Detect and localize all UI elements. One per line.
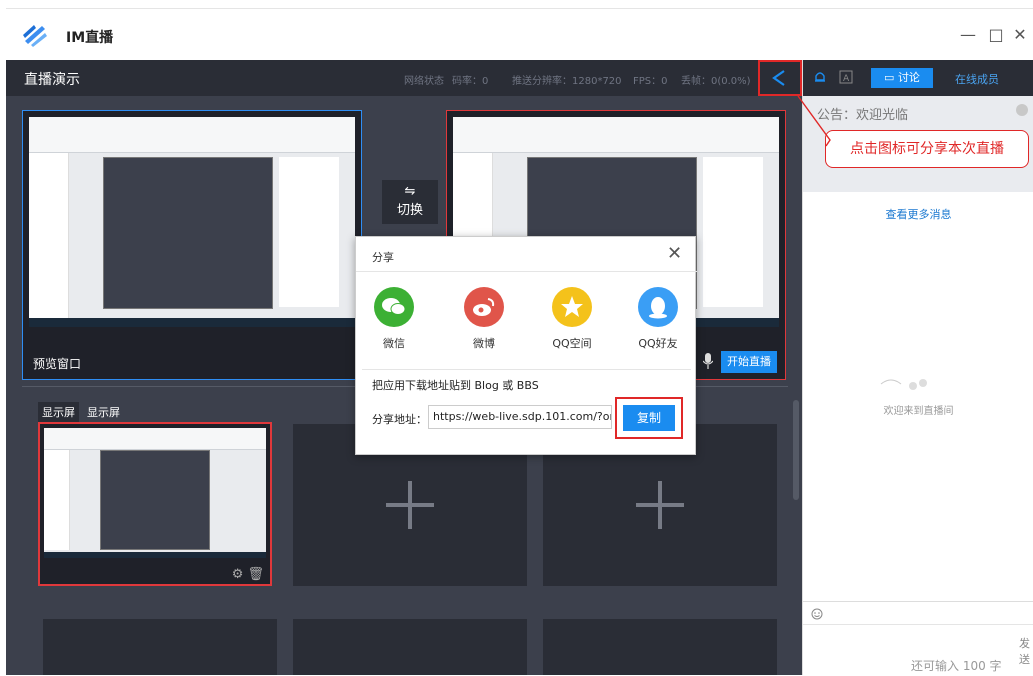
welcome-text: 欢迎来到直播间 [883,406,954,417]
studio-header: 直播演示 网络状态 码率：0 推送分辨率：1280*720 FPS：0 丢帧：0… [6,60,802,96]
chat-input-area: 还可输入 100 字 发送 [803,601,1033,675]
more-messages-link[interactable]: 查看更多消息 [803,206,1033,222]
remaining-chars: 还可输入 100 字 [911,659,1002,673]
copy-highlight: 复制 [615,397,683,439]
monitor-screen [44,428,266,558]
share-button[interactable] [758,60,802,96]
send-button[interactable]: 发送 [1019,635,1033,667]
share-wechat[interactable]: 微信 [364,287,424,351]
delete-icon[interactable]: 🗑 [247,567,264,582]
font-size-icon[interactable]: A [839,70,853,84]
share-qq[interactable]: QQ好友 [628,287,688,351]
copy-button[interactable]: 复制 [623,405,675,431]
preview-label: 预览窗口 [33,357,82,371]
share-weibo[interactable]: 微博 [454,287,514,351]
frame-loss-stat: 丢帧：0(0.0%) [681,76,751,87]
qq-icon [638,287,678,327]
dialog-close-icon[interactable]: ✕ [667,243,682,264]
announcement-close-icon[interactable] [1016,104,1028,116]
preview-footer: 预览窗口 [23,347,361,381]
resolution-stat: 推送分辨率：1280*720 [512,76,622,87]
dialog-title: 分享 [372,251,394,264]
network-status: 网络状态 [404,76,444,87]
scrollbar[interactable] [793,400,799,500]
add-monitor-slot[interactable] [543,619,777,675]
monitor-tab[interactable]: 显示屏 [83,402,124,422]
settings-icon[interactable]: ⚙ [232,567,244,582]
chat-panel: A ▭ 讨论 在线成员 公告：欢迎光临 点击图标可分享本次直播 查看更多消息 欢… [802,60,1033,675]
monitor-slot-active[interactable]: ⚙ 🗑 [38,422,272,586]
qzone-icon [552,287,592,327]
share-address-field[interactable]: https://web-live.sdp.101.com/?or... [428,405,612,429]
monitor-tab[interactable]: 显示屏 [38,402,79,422]
switch-label: 切换 [396,203,423,218]
app-logo-icon [23,25,47,47]
announcement: 公告：欢迎光临 点击图标可分享本次直播 [803,96,1033,192]
chat-bubble-icon: ▭ [884,71,898,84]
share-qzone[interactable]: QQ空间 [542,287,602,351]
share-hint-callout: 点击图标可分享本次直播 [825,130,1029,168]
svg-text:A: A [843,74,850,84]
chat-input[interactable]: 还可输入 100 字 发送 [803,624,1033,676]
start-live-button[interactable]: 开始直播 [721,351,777,373]
minimize-button[interactable]: — [958,25,978,44]
callout-arrow [797,95,831,147]
preview-window[interactable]: 预览窗口 [22,110,362,380]
bell-icon[interactable] [813,70,827,84]
chat-header: A ▭ 讨论 在线成员 [803,60,1033,96]
emoji-icon[interactable] [811,608,823,620]
tab-online-members[interactable]: 在线成员 [955,71,999,87]
share-icon [772,70,785,86]
close-button[interactable]: ✕ [1010,25,1030,44]
title-bar: IM直播 — □ ✕ [6,8,1033,60]
empty-chat-illustration [880,379,927,390]
fps-stat: FPS：0 [633,76,668,87]
share-dialog: 分享 ✕ 微信 微博 QQ空间 QQ好友 把应用下载地址贴到 Blog 或 BB… [355,236,697,455]
page-title: 直播演示 [24,72,80,88]
switch-button[interactable]: ⇋ 切换 [382,180,438,224]
add-monitor-slot[interactable] [43,619,277,675]
tab-discuss[interactable]: ▭ 讨论 [871,68,933,88]
share-address-label: 分享地址： [372,413,427,426]
switch-icon: ⇋ [404,184,416,199]
wechat-icon [374,287,414,327]
monitor-tabs: 显示屏 显示屏 [38,402,128,422]
microphone-icon[interactable] [703,353,713,369]
slot-tools: ⚙ 🗑 [232,567,264,582]
plus-icon [636,481,684,529]
add-monitor-slot[interactable] [293,619,527,675]
share-tip: 把应用下载地址贴到 Blog 或 BBS [372,379,539,392]
bitrate-stat: 码率：0 [452,76,489,87]
app-title: IM直播 [66,30,114,46]
preview-screen [29,117,355,327]
maximize-button[interactable]: □ [986,25,1006,44]
plus-icon [386,481,434,529]
dialog-separator [362,369,691,370]
dialog-divider [356,271,697,272]
weibo-icon [464,287,504,327]
